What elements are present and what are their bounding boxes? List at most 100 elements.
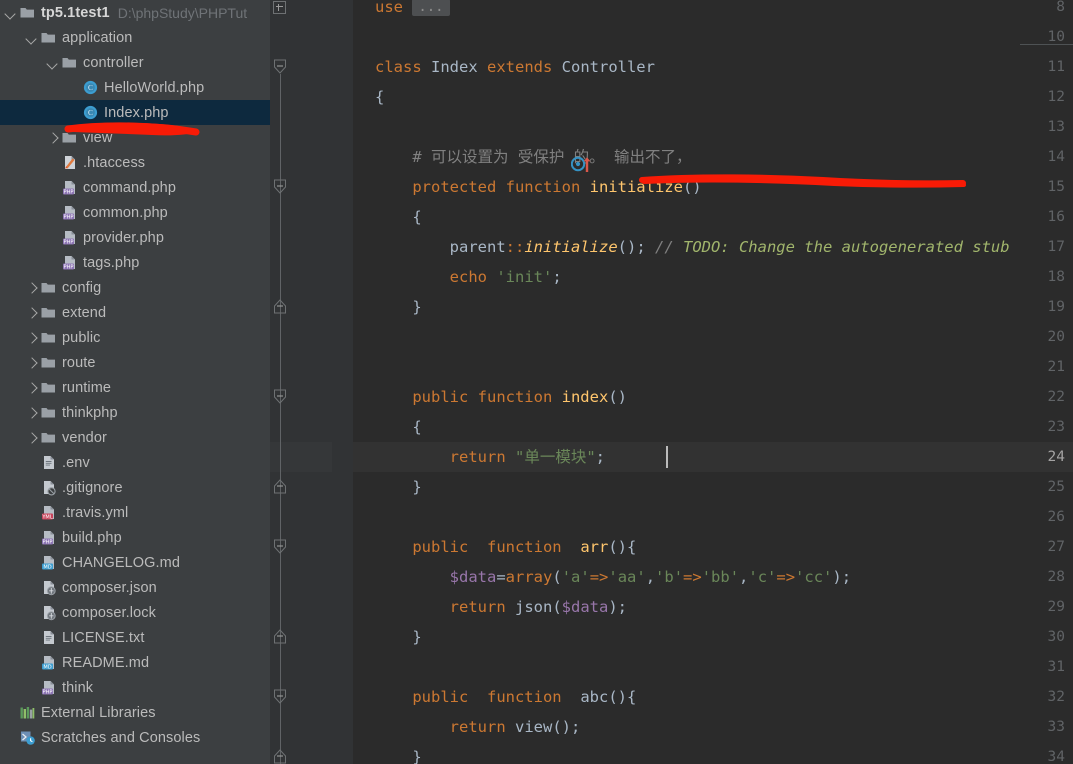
gutter-line-number[interactable]: 24 (1048, 442, 1065, 472)
gutter-line-number[interactable]: 28 (1048, 562, 1065, 592)
code-line-15[interactable]: protected function initialize() (375, 172, 701, 202)
chevron-right-icon[interactable] (46, 131, 59, 144)
tree-row-controller[interactable]: controller (0, 50, 270, 75)
chevron-right-icon[interactable] (25, 306, 38, 319)
tree-row-application[interactable]: application (0, 25, 270, 50)
folded-region-placeholder[interactable]: ... (412, 0, 450, 16)
tree-row-public[interactable]: public (0, 325, 270, 350)
code-line-34[interactable]: } (375, 742, 421, 764)
fold-region-end-icon[interactable] (273, 749, 287, 764)
tree-row-tp5-1test1[interactable]: tp5.1test1 D:\phpStudy\PHPTut (0, 0, 270, 25)
tree-row-composer-json[interactable]: composer.json (0, 575, 270, 600)
code-line-27[interactable]: public function arr(){ (375, 532, 636, 562)
code-line-22[interactable]: public function index() (375, 382, 627, 412)
tree-row-think[interactable]: PHP think (0, 675, 270, 700)
gutter-line-number[interactable]: 22 (1048, 382, 1065, 412)
code-line-18[interactable]: echo 'init'; (375, 262, 562, 292)
gutter-line-number[interactable]: 18 (1048, 262, 1065, 292)
fold-region-start-icon[interactable] (273, 689, 287, 705)
code-line-19[interactable]: } (375, 292, 421, 322)
tree-row-provider-php[interactable]: PHP provider.php (0, 225, 270, 250)
code-line-29[interactable]: return json($data); (375, 592, 627, 622)
gutter-line-number[interactable]: 17 (1048, 232, 1065, 262)
tree-row-env[interactable]: .env (0, 450, 270, 475)
editor-code-area[interactable]: use ... class Index extends Controller { #… (353, 0, 1073, 764)
code-line-30[interactable]: } (375, 622, 421, 652)
fold-region-end-icon[interactable] (273, 299, 287, 315)
code-line-8[interactable]: use ... (375, 0, 450, 22)
gutter-line-number[interactable]: 29 (1048, 592, 1065, 622)
code-line-33[interactable]: return view(); (375, 712, 581, 742)
tree-row-scratches-and-consoles[interactable]: Scratches and Consoles (0, 725, 270, 750)
gutter-line-number[interactable]: 12 (1048, 82, 1065, 112)
code-line-14[interactable]: # 可以设置为 受保护 的。 输出不了， (375, 142, 691, 172)
gutter-line-number[interactable]: 30 (1048, 622, 1065, 652)
tree-row-external-libraries[interactable]: External Libraries (0, 700, 270, 725)
fold-region-start-icon[interactable] (273, 59, 287, 75)
gutter-line-number[interactable]: 27 (1048, 532, 1065, 562)
tree-row-htaccess[interactable]: .htaccess (0, 150, 270, 175)
chevron-right-icon[interactable] (25, 356, 38, 369)
gutter-line-number[interactable]: 14 (1048, 142, 1065, 172)
code-line-28[interactable]: $data=array('a'=>'aa','b'=>'bb','c'=>'cc… (375, 562, 851, 592)
code-line-32[interactable]: public function abc(){ (375, 682, 636, 712)
tree-row-command-php[interactable]: PHP command.php (0, 175, 270, 200)
code-line-11[interactable]: class Index extends Controller (375, 52, 655, 82)
chevron-down-icon[interactable] (46, 56, 59, 69)
gutter-line-number[interactable]: 23 (1048, 412, 1065, 442)
tree-row-thinkphp[interactable]: thinkphp (0, 400, 270, 425)
code-line-12[interactable]: { (375, 82, 384, 112)
tree-row-helloworld-php[interactable]: C HelloWorld.php (0, 75, 270, 100)
gutter-line-number[interactable]: 13 (1048, 112, 1065, 142)
tree-row-composer-lock[interactable]: composer.lock (0, 600, 270, 625)
tree-row-runtime[interactable]: runtime (0, 375, 270, 400)
code-line-23[interactable]: { (375, 412, 421, 442)
editor-fold-bar[interactable] (332, 0, 353, 764)
tree-row-extend[interactable]: extend (0, 300, 270, 325)
code-line-25[interactable]: } (375, 472, 421, 502)
project-tree-panel[interactable]: tp5.1test1 D:\phpStudy\PHPTut application c… (0, 0, 270, 764)
gutter-line-number[interactable]: 10 (1048, 22, 1065, 52)
gutter-line-number[interactable]: 25 (1048, 472, 1065, 502)
gutter-line-number[interactable]: 20 (1048, 322, 1065, 352)
chevron-down-icon[interactable] (25, 31, 38, 44)
gutter-line-number[interactable]: 8 (1056, 0, 1065, 22)
gutter-line-number[interactable]: 11 (1048, 52, 1065, 82)
tree-row-config[interactable]: config (0, 275, 270, 300)
chevron-right-icon[interactable] (25, 331, 38, 344)
overridden-method-icon[interactable] (571, 155, 593, 173)
chevron-down-icon[interactable] (4, 6, 17, 19)
fold-region-start-icon[interactable] (273, 389, 287, 405)
fold-region-start-icon[interactable] (273, 539, 287, 555)
tree-row-readme-md[interactable]: MD README.md (0, 650, 270, 675)
gutter-line-number[interactable]: 32 (1048, 682, 1065, 712)
gutter-line-number[interactable]: 19 (1048, 292, 1065, 322)
gutter-line-number[interactable]: 26 (1048, 502, 1065, 532)
tree-row-gitignore[interactable]: .gitignore (0, 475, 270, 500)
gutter-line-number[interactable]: 33 (1048, 712, 1065, 742)
code-editor[interactable]: use ... class Index extends Controller { #… (270, 0, 1073, 764)
gutter-line-number[interactable]: 21 (1048, 352, 1065, 382)
tree-row-common-php[interactable]: PHP common.php (0, 200, 270, 225)
tree-row-license-txt[interactable]: LICENSE.txt (0, 625, 270, 650)
tree-row-route[interactable]: route (0, 350, 270, 375)
code-line-24[interactable]: return "单一模块"; (375, 442, 605, 472)
fold-region-start-icon[interactable] (273, 179, 287, 195)
gutter-line-number[interactable]: 34 (1048, 742, 1065, 764)
tree-row-vendor[interactable]: vendor (0, 425, 270, 450)
tree-row-travis-yml[interactable]: YML .travis.yml (0, 500, 270, 525)
chevron-right-icon[interactable] (25, 381, 38, 394)
code-line-17[interactable]: parent::initialize(); // TODO: Change th… (375, 232, 1010, 262)
tree-row-changelog-md[interactable]: MD CHANGELOG.md (0, 550, 270, 575)
chevron-right-icon[interactable] (25, 406, 38, 419)
chevron-right-icon[interactable] (25, 281, 38, 294)
fold-expand-icon[interactable] (273, 1, 286, 14)
tree-row-view[interactable]: view (0, 125, 270, 150)
code-line-16[interactable]: { (375, 202, 421, 232)
tree-row-tags-php[interactable]: PHP tags.php (0, 250, 270, 275)
gutter-line-number[interactable]: 16 (1048, 202, 1065, 232)
gutter-line-number[interactable]: 15 (1048, 172, 1065, 202)
tree-row-index-php[interactable]: C Index.php (0, 100, 270, 125)
tree-row-build-php[interactable]: PHP build.php (0, 525, 270, 550)
fold-region-end-icon[interactable] (273, 479, 287, 495)
